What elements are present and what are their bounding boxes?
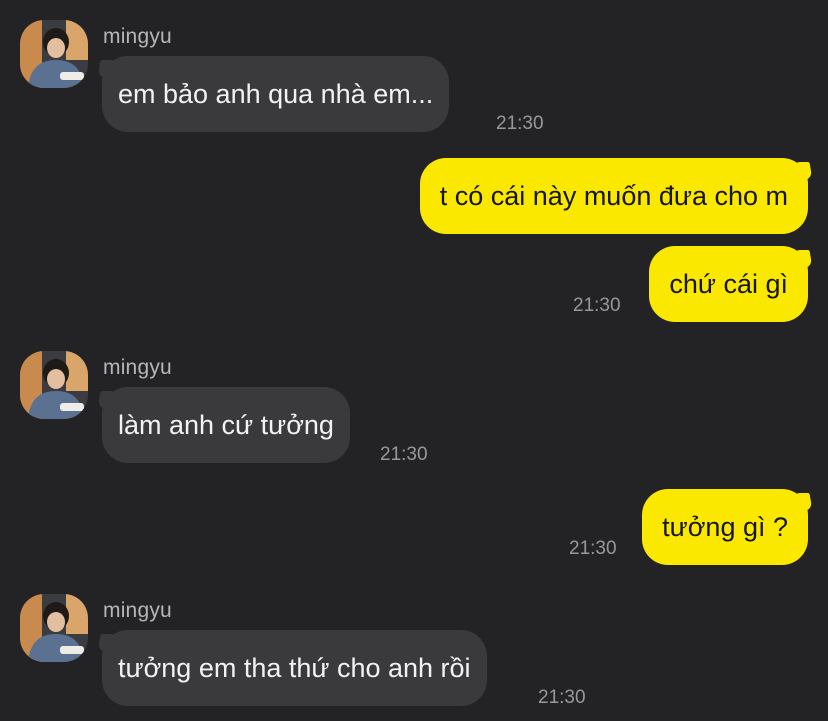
outgoing-message-bubble[interactable]: chứ cái gì	[649, 246, 808, 322]
message-text: chứ cái gì	[669, 268, 788, 299]
message-text: em bảo anh qua nhà em...	[118, 78, 434, 109]
incoming-message-bubble[interactable]: em bảo anh qua nhà em...	[102, 56, 450, 132]
sender-name: mingyu	[103, 25, 172, 48]
message-timestamp: 21:30	[538, 687, 586, 708]
message-timestamp: 21:30	[380, 444, 428, 465]
avatar-photo-icon	[20, 351, 88, 419]
message-timestamp: 21:30	[569, 538, 617, 559]
sender-name: mingyu	[103, 356, 172, 379]
sender-avatar[interactable]	[20, 351, 88, 419]
sender-avatar[interactable]	[20, 20, 88, 88]
sender-name: mingyu	[103, 599, 172, 622]
message-text: làm anh cứ tưởng	[118, 409, 334, 440]
outgoing-message-bubble[interactable]: tưởng gì ?	[642, 489, 808, 565]
incoming-message-bubble[interactable]: tưởng em tha thứ cho anh rồi	[102, 630, 487, 706]
message-timestamp: 21:30	[573, 295, 621, 316]
message-text: tưởng em tha thứ cho anh rồi	[118, 652, 471, 683]
avatar-photo-icon	[20, 20, 88, 88]
incoming-message-bubble[interactable]: làm anh cứ tưởng	[102, 387, 350, 463]
message-text: tưởng gì ?	[662, 511, 788, 542]
message-timestamp: 21:30	[496, 113, 544, 134]
sender-avatar[interactable]	[20, 594, 88, 662]
outgoing-message-bubble[interactable]: t có cái này muốn đưa cho m	[419, 158, 808, 234]
message-text: t có cái này muốn đưa cho m	[439, 180, 788, 211]
avatar-photo-icon	[20, 594, 88, 662]
